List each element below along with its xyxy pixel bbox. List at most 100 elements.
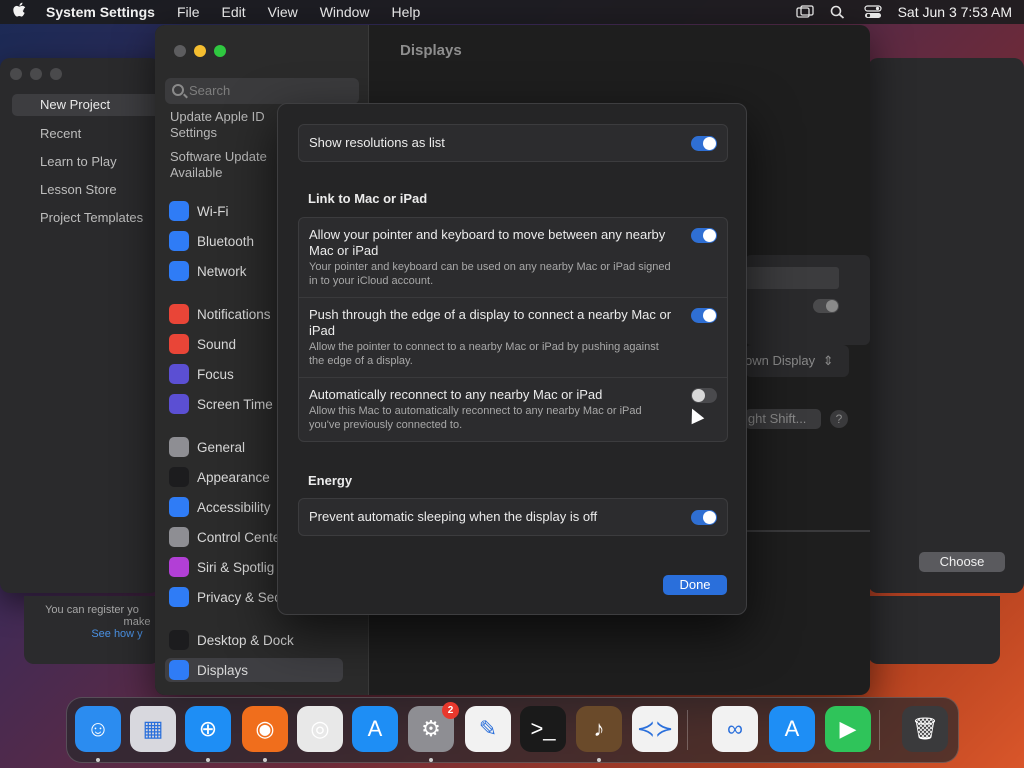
control-center-icon[interactable] — [863, 5, 882, 19]
bg-item-project-templates[interactable]: Project Templates — [40, 210, 143, 225]
screen-mirroring-icon[interactable] — [795, 5, 814, 19]
bluetooth-icon — [169, 231, 189, 251]
dock-textedit-glyph: ✎ — [478, 716, 498, 741]
menu-edit[interactable]: Edit — [222, 4, 246, 20]
dock-terminal-icon[interactable]: >_ — [520, 706, 566, 752]
dock-xcode-store-glyph: A — [784, 716, 800, 741]
dock-xcode-store-icon[interactable]: A — [769, 706, 815, 752]
sidebar-item-label: Focus — [197, 366, 234, 382]
sidebar-item-label: Privacy & Sec — [197, 589, 282, 605]
update-apple-id-item[interactable]: Update Apple ID Settings — [170, 109, 290, 141]
dock-textedit-icon[interactable]: ✎ — [465, 706, 511, 752]
dock-visual-studio-glyph: ∞ — [727, 716, 743, 741]
show-resolutions-toggle[interactable] — [691, 136, 717, 151]
software-update-item[interactable]: Software Update Available — [170, 149, 290, 181]
dock-vscode-glyph: ≺≻ — [636, 716, 674, 741]
pointer-keyboard-title: Allow your pointer and keyboard to move … — [309, 227, 666, 258]
dock-facetime-glyph: ▶ — [839, 716, 857, 741]
sidebar-item-desktop-dock[interactable]: Desktop & Dock — [169, 628, 359, 652]
window-controls — [174, 45, 226, 57]
menubar-clock[interactable]: Sat Jun 3 7:53 AM — [898, 4, 1012, 20]
control-center-icon — [169, 527, 189, 547]
dock-running-indicator — [96, 758, 100, 762]
dock-garageband-icon[interactable]: ♪ — [576, 706, 622, 752]
accessibility-icon — [169, 497, 189, 517]
dock-badge: 2 — [442, 702, 459, 719]
push-edge-desc: Allow the pointer to connect to a nearby… — [309, 341, 659, 367]
displays-icon — [169, 660, 189, 680]
dock-app-store-glyph: A — [367, 716, 383, 741]
push-edge-title: Push through the edge of a display to co… — [309, 307, 672, 338]
dock-firefox-icon[interactable]: ◉ — [242, 706, 288, 752]
bg-footer-text: You can register yo — [45, 604, 139, 616]
spotlight-search-icon[interactable] — [830, 5, 848, 19]
minimize-button[interactable] — [194, 45, 206, 57]
notifications-icon — [169, 304, 189, 324]
menu-view[interactable]: View — [268, 4, 298, 20]
close-button[interactable] — [174, 45, 186, 57]
link-card: Allow your pointer and keyboard to move … — [298, 217, 728, 442]
auto-reconnect-title: Automatically reconnect to any nearby Ma… — [309, 387, 603, 402]
sidebar-item-label: Desktop & Dock — [197, 632, 294, 648]
dock-launchpad-glyph: ▦ — [142, 716, 164, 741]
energy-section-header: Energy — [308, 473, 353, 488]
background-window-right — [868, 58, 1024, 593]
sidebar-item-label: Control Cente — [197, 529, 281, 545]
display-slider[interactable] — [745, 267, 839, 289]
dock-chrome-glyph: ◎ — [310, 716, 330, 741]
zoom-button[interactable] — [214, 45, 226, 57]
auto-reconnect-toggle[interactable] — [691, 388, 717, 403]
dock-finder-icon[interactable]: ☺ — [75, 706, 121, 752]
dock-visual-studio-icon[interactable]: ∞ — [712, 706, 758, 752]
done-button[interactable]: Done — [663, 575, 727, 595]
bg-item-learn-to-play[interactable]: Learn to Play — [40, 154, 117, 169]
bg-item-lesson-store[interactable]: Lesson Store — [40, 182, 117, 197]
dock-running-indicator — [597, 758, 601, 762]
menu-file[interactable]: File — [177, 4, 200, 20]
link-row: Automatically reconnect to any nearby Ma… — [299, 377, 727, 441]
wifi-icon — [169, 201, 189, 221]
dock-trash-icon[interactable]: 🗑 — [902, 706, 948, 752]
menu-bar: System Settings File Edit View Window He… — [0, 0, 1024, 24]
dock-launchpad-icon[interactable]: ▦ — [130, 706, 176, 752]
app-name-menu[interactable]: System Settings — [46, 4, 155, 20]
prevent-sleep-toggle[interactable] — [691, 510, 717, 525]
background-window-right-footer — [868, 596, 1000, 664]
dock-separator — [687, 710, 688, 750]
choose-button[interactable]: Choose — [919, 552, 1005, 572]
sidebar-item-label: Bluetooth — [197, 233, 255, 249]
dock-safari-icon[interactable]: ⊕ — [185, 706, 231, 752]
sidebar-item-label: Sound — [197, 336, 237, 352]
energy-card: Prevent automatic sleeping when the disp… — [298, 498, 728, 536]
display-dropdown[interactable]: own Display ⇕ — [745, 345, 849, 377]
bg-item-recent[interactable]: Recent — [40, 126, 81, 141]
dock-vscode-icon[interactable]: ≺≻ — [632, 706, 678, 752]
pointer-keyboard-toggle[interactable] — [691, 228, 717, 243]
desktop-dock-icon — [169, 630, 189, 650]
bg-item-new-project[interactable]: New Project — [12, 94, 160, 116]
general-icon — [169, 437, 189, 457]
prevent-sleep-row: Prevent automatic sleeping when the disp… — [299, 499, 727, 535]
dock-facetime-icon[interactable]: ▶ — [825, 706, 871, 752]
dock-chrome-icon[interactable]: ◎ — [297, 706, 343, 752]
auto-reconnect-desc: Allow this Mac to automatically reconnec… — [309, 405, 642, 431]
push-edge-toggle[interactable] — [691, 308, 717, 323]
menu-window[interactable]: Window — [320, 4, 370, 20]
bg-footer-link[interactable]: See how y — [24, 628, 160, 640]
sidebar-item-label: Network — [197, 263, 247, 279]
content-divider — [745, 530, 870, 532]
night-shift-button[interactable]: ight Shift... — [745, 409, 821, 429]
page-title: Displays — [400, 42, 462, 59]
sidebar-item-displays[interactable]: Displays — [165, 658, 343, 682]
link-section-header: Link to Mac or iPad — [308, 191, 428, 206]
menu-help[interactable]: Help — [392, 4, 421, 20]
pointer-keyboard-desc: Your pointer and keyboard can be used on… — [309, 261, 671, 287]
dock-terminal-glyph: >_ — [530, 716, 556, 741]
dock-garageband-glyph: ♪ — [593, 716, 605, 741]
dock-app-store-icon[interactable]: A — [352, 706, 398, 752]
help-button[interactable]: ? — [830, 410, 848, 428]
apple-menu-icon[interactable] — [12, 2, 30, 22]
appearance-icon — [169, 467, 189, 487]
display-toggle[interactable] — [813, 299, 839, 313]
search-input[interactable]: Search — [165, 78, 359, 104]
